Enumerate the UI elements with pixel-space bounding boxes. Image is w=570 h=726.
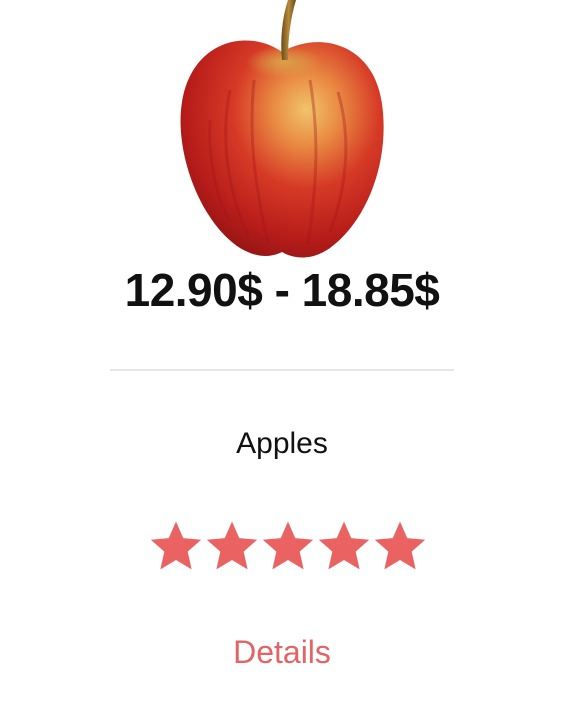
star-icon [318, 521, 370, 570]
product-name: Apples [236, 427, 328, 460]
product-card: 12.90$ - 18.85$ Apples Details [0, 0, 570, 726]
apple-product-image [180, 0, 384, 258]
details-link[interactable]: Details [0, 630, 564, 674]
divider [110, 369, 454, 371]
star-icon [374, 521, 426, 570]
star-rating [148, 518, 428, 576]
star-icon [206, 521, 258, 570]
star-icon [262, 521, 314, 570]
price-range: 12.90$ - 18.85$ [124, 264, 440, 316]
star-icon [150, 521, 202, 570]
